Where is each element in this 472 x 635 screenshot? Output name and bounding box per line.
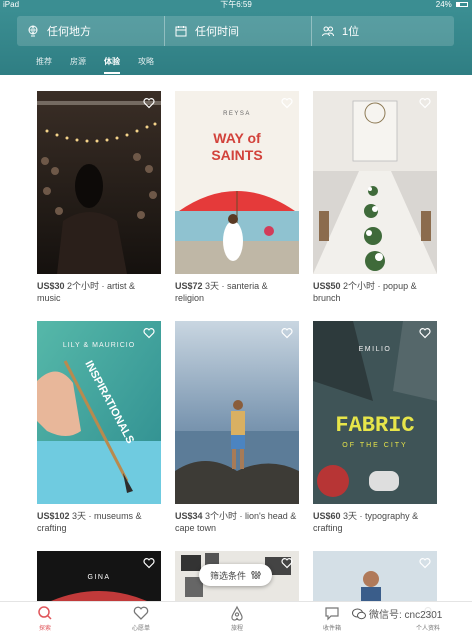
experience-card[interactable]: REYSA WAY of SAINTS US$72 3天 · santeria … (175, 91, 299, 304)
battery-percent: 24% (435, 0, 452, 9)
card-caption: US$60 3天 · typography & crafting (313, 510, 437, 534)
card-price: US$34 (175, 511, 203, 521)
search-icon (38, 606, 52, 620)
card-image (313, 91, 437, 274)
wechat-icon (352, 608, 366, 619)
watermark-text: 微信号: cnc2301 (369, 610, 443, 621)
card-image: EMILIO FABRIC OF THE CITY (313, 321, 437, 504)
poster-title-top: WAY of (213, 130, 261, 146)
card-image: REYSA WAY of SAINTS (175, 91, 299, 274)
card-image: LILY & MAURICIO INSPIRATIONALS (37, 321, 161, 504)
nav-label: 心愿单 (131, 626, 150, 632)
card-caption: US$50 2个小时 · popup & brunch (313, 280, 437, 304)
poster-name: GINA (87, 574, 110, 581)
card-price: US$30 (37, 281, 65, 291)
experience-card[interactable] (313, 551, 437, 601)
poster-title: FABRIC (335, 413, 414, 438)
nav-inbox[interactable]: 收件箱 (307, 605, 357, 632)
card-price: US$50 (313, 281, 341, 291)
experience-card[interactable]: LILY & MAURICIO INSPIRATIONALS US$102 3天… (37, 321, 161, 534)
time-value: 任何时间 (195, 26, 239, 38)
heart-icon[interactable] (419, 327, 431, 339)
tab-experiences[interactable]: 体验 (104, 56, 120, 74)
tab-homes[interactable]: 房源 (70, 56, 86, 74)
card-image (175, 321, 299, 504)
poster-brand: REYSA (223, 111, 251, 117)
chat-icon (325, 607, 339, 621)
experience-card[interactable]: US$34 3个小时 · lion's head & cape town (175, 321, 299, 534)
tab-recommended[interactable]: 推荐 (36, 56, 52, 74)
card-caption: US$34 3个小时 · lion's head & cape town (175, 510, 299, 534)
nav-label: 收件箱 (322, 626, 341, 632)
heart-icon[interactable] (419, 557, 431, 569)
experience-card[interactable]: US$50 2个小时 · popup & brunch (313, 91, 437, 304)
heart-icon[interactable] (419, 97, 431, 109)
filter-button[interactable]: 筛选条件 (199, 564, 272, 586)
poster-title-bottom: SAINTS (211, 147, 262, 163)
airbnb-logo-icon (231, 605, 243, 621)
card-price: US$72 (175, 281, 203, 291)
card-caption: US$102 3天 · museums & crafting (37, 510, 161, 534)
guests-value: 1位 (342, 26, 360, 38)
time-field[interactable]: 任何时间 (164, 16, 311, 46)
battery-icon (456, 2, 468, 8)
clock: 下午6:59 (220, 0, 252, 9)
card-price: US$102 (37, 511, 70, 521)
experience-card[interactable]: GINA (37, 551, 161, 601)
card-price: US$60 (313, 511, 341, 521)
heart-icon[interactable] (143, 97, 155, 109)
heart-icon (133, 606, 149, 620)
poster-subtitle: OF THE CITY (342, 442, 407, 449)
heart-icon[interactable] (281, 327, 293, 339)
heart-icon[interactable] (143, 327, 155, 339)
wechat-watermark: 微信号: cnc2301 (352, 606, 443, 621)
card-image (313, 551, 437, 601)
heart-icon[interactable] (281, 97, 293, 109)
guests-icon (322, 26, 334, 37)
nav-trips[interactable]: 旅程 (212, 605, 262, 632)
nav-label: 探索 (38, 626, 51, 632)
card-caption: US$30 2个小时 · artist & music (37, 280, 161, 304)
battery-status: 24% (436, 0, 468, 10)
location-value: 任何地方 (47, 26, 91, 38)
heart-icon[interactable] (281, 557, 293, 569)
nav-label: 个人资料 (415, 626, 440, 632)
guests-field[interactable]: 1位 (311, 16, 454, 46)
heart-icon[interactable] (143, 557, 155, 569)
filter-icon (251, 571, 261, 579)
experience-card[interactable]: EMILIO FABRIC OF THE CITY US$60 3天 · typ… (313, 321, 437, 534)
globe-pin-icon (28, 25, 38, 37)
poster-brand: EMILIO (359, 346, 392, 353)
search-bar: 任何地方 任何时间 1位 (17, 16, 454, 46)
nav-label: 旅程 (230, 626, 243, 632)
card-caption: US$72 3天 · santeria & religion (175, 280, 299, 304)
card-image (37, 91, 161, 274)
poster-names: LILY & MAURICIO (63, 342, 135, 349)
filter-label: 筛选条件 (209, 570, 246, 581)
location-field[interactable]: 任何地方 (17, 16, 164, 46)
nav-explore[interactable]: 探索 (20, 605, 70, 632)
experience-card[interactable]: US$30 2个小时 · artist & music (37, 91, 161, 304)
tab-guides[interactable]: 攻略 (138, 56, 154, 74)
category-tabs: 推荐 房源 体验 攻略 (36, 56, 172, 74)
calendar-icon (175, 26, 187, 37)
header: 任何地方 任何时间 1位 推荐 房源 体验 攻略 (0, 10, 472, 75)
card-image: GINA (37, 551, 161, 601)
status-bar: iPad 下午6:59 24% (0, 0, 472, 10)
nav-wishlist[interactable]: 心愿单 (116, 605, 166, 632)
